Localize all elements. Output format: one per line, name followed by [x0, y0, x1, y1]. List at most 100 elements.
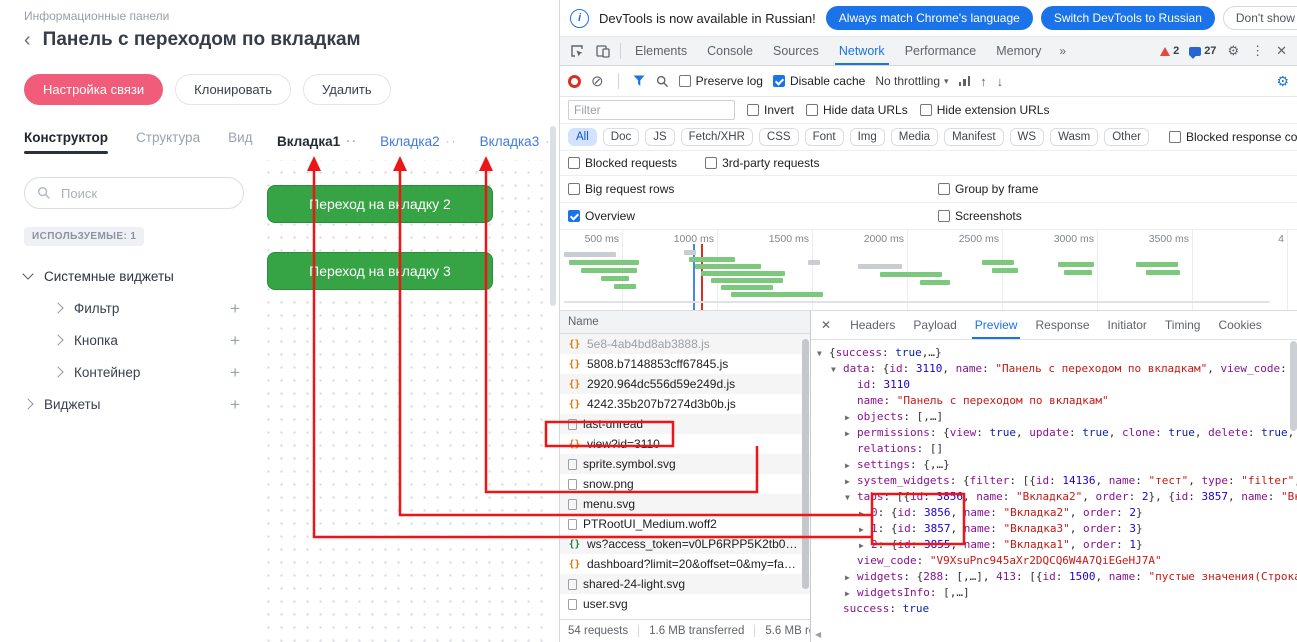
tab-response[interactable]: Response: [1026, 311, 1098, 339]
kebab-menu-icon[interactable]: ⋮: [1245, 43, 1270, 59]
type-filter-font[interactable]: Font: [805, 128, 844, 146]
disclosure-triangle-icon[interactable]: ▶: [845, 570, 857, 585]
tab-initiator[interactable]: Initiator: [1099, 311, 1156, 339]
preview-tree-row-11[interactable]: ▶1: {id: 3857, name: "Вкладка3", order: …: [811, 521, 1297, 537]
issues-warning-icon[interactable]: 2: [1155, 45, 1184, 57]
preview-tree-row-5[interactable]: ▶permissions: {view: true, update: true,…: [811, 425, 1297, 441]
blocked-response-cookies-checkbox[interactable]: Blocked response cookies: [1169, 130, 1297, 144]
add-widget-button[interactable]: +: [226, 396, 244, 413]
disclosure-triangle-icon[interactable]: ▶: [845, 426, 857, 441]
type-filter-media[interactable]: Media: [891, 128, 938, 146]
canvas-tab-0[interactable]: Вкладка1··: [277, 134, 358, 149]
tree-item-2[interactable]: Контейнер+: [24, 356, 244, 388]
tab-preview[interactable]: Preview: [966, 311, 1027, 339]
preserve-log-checkbox[interactable]: Preserve log: [679, 74, 763, 88]
request-row-dashboard-limit-20[interactable]: {}dashboard?limit=20&offset=0&my=fa…: [560, 554, 810, 574]
request-row-last-unread[interactable]: last-unread: [560, 414, 810, 434]
preview-tree-row-2[interactable]: id: 3110: [811, 377, 1297, 393]
action-button-2[interactable]: Удалить: [303, 74, 391, 105]
record-network-log-icon[interactable]: [568, 75, 581, 88]
disclosure-triangle-icon[interactable]: ▼: [831, 362, 843, 377]
type-filter-ws[interactable]: WS: [1010, 128, 1045, 146]
preview-tree-row-4[interactable]: ▶objects: [,…]: [811, 409, 1297, 425]
filter-input[interactable]: [568, 100, 735, 120]
app-scrollbar[interactable]: [550, 126, 556, 306]
type-filter-manifest[interactable]: Manifest: [944, 128, 1003, 146]
request-row-ws-access-token-v0[interactable]: {}ws?access_token=v0LP6RPP5K2tb0pU…: [560, 534, 810, 554]
network-settings-gear-icon[interactable]: ⚙: [1276, 73, 1289, 90]
preview-tree-row-7[interactable]: ▶settings: {,…}: [811, 457, 1297, 473]
column-header-name[interactable]: Name: [560, 311, 810, 334]
preview-tree-row-3[interactable]: name: "Панель с переходом по вкладкам": [811, 393, 1297, 409]
tab-payload[interactable]: Payload: [904, 311, 965, 339]
tab-sources[interactable]: Sources: [763, 37, 829, 65]
canvas-widget-button-1[interactable]: Переход на вкладку 3: [267, 252, 493, 290]
search-network-icon[interactable]: [656, 75, 669, 88]
clear-network-log-icon[interactable]: ⊘: [591, 74, 604, 89]
invert-checkbox[interactable]: Invert: [747, 103, 794, 117]
disclosure-triangle-icon[interactable]: ▶: [859, 522, 871, 537]
throttling-select[interactable]: No throttling ▾: [875, 74, 948, 88]
import-har-icon[interactable]: ↑: [980, 74, 987, 89]
request-row-2920-964dc556d59e2[interactable]: {}2920.964dc556d59e249d.js: [560, 374, 810, 394]
preview-tree-row-8[interactable]: ▶system_widgets: {filter: [{id: 14136, n…: [811, 473, 1297, 489]
network-conditions-icon[interactable]: [959, 76, 971, 86]
tab-network[interactable]: Network: [829, 37, 895, 65]
preview-tree-row-15[interactable]: ▶widgetsInfo: [,…]: [811, 585, 1297, 601]
tab-timing[interactable]: Timing: [1156, 311, 1210, 339]
group-by-frame-checkbox[interactable]: Group by frame: [938, 182, 1038, 196]
tab-menu-dots-icon[interactable]: ··: [346, 134, 358, 148]
preview-tree-row-6[interactable]: relations: []: [811, 441, 1297, 457]
app-tab-1[interactable]: Структура: [136, 130, 200, 154]
preview-tree-row-1[interactable]: ▼data: {id: 3110, name: "Панель с перехо…: [811, 361, 1297, 377]
notification-button-1[interactable]: Switch DevTools to Russian: [1041, 6, 1215, 30]
notification-button-2[interactable]: Don't show again: [1223, 6, 1297, 30]
requests-scrollbar[interactable]: [802, 339, 809, 589]
app-tab-0[interactable]: Конструктор: [24, 130, 108, 154]
disclosure-triangle-icon[interactable]: ▶: [845, 474, 857, 489]
tree-item-widgets[interactable]: Виджеты+: [24, 388, 244, 420]
tree-group-system-widgets[interactable]: Системные виджеты: [24, 260, 244, 292]
big-request-rows-checkbox[interactable]: Big request rows: [568, 182, 674, 196]
tab-elements[interactable]: Elements: [625, 37, 697, 65]
disclosure-triangle-icon[interactable]: ▶: [845, 410, 857, 425]
type-filter-other[interactable]: Other: [1104, 128, 1149, 146]
request-row-snow-png[interactable]: snow.png: [560, 474, 810, 494]
blocked-requests-checkbox[interactable]: Blocked requests: [568, 156, 677, 170]
preview-tree-row-10[interactable]: ▶0: {id: 3856, name: "Вкладка2", order: …: [811, 505, 1297, 521]
tab-headers[interactable]: Headers: [841, 311, 904, 339]
type-filter-css[interactable]: CSS: [759, 128, 799, 146]
tab-memory[interactable]: Memory: [986, 37, 1051, 65]
type-filter-doc[interactable]: Doc: [603, 128, 639, 146]
tab-console[interactable]: Console: [697, 37, 763, 65]
tab-cookies[interactable]: Cookies: [1209, 311, 1270, 339]
filter-funnel-icon[interactable]: [633, 75, 646, 87]
disclosure-triangle-icon[interactable]: ▶: [859, 538, 871, 553]
add-widget-button[interactable]: +: [226, 332, 244, 349]
add-widget-button[interactable]: +: [226, 300, 244, 317]
preview-tree-row-16[interactable]: success: true: [811, 601, 1297, 617]
search-input[interactable]: [59, 185, 231, 202]
tree-item-1[interactable]: Кнопка+: [24, 324, 244, 356]
request-row-ptrootui-medium-wo[interactable]: PTRootUI_Medium.woff2: [560, 514, 810, 534]
type-filter-wasm[interactable]: Wasm: [1050, 128, 1098, 146]
third-party-requests-checkbox[interactable]: 3rd-party requests: [705, 156, 819, 170]
request-row-4242-35b207b7274d3[interactable]: {}4242.35b207b7274d3b0b.js: [560, 394, 810, 414]
preview-tree-row-9[interactable]: ▼tabs: [{id: 3856, name: "Вкладка2", ord…: [811, 489, 1297, 505]
notification-button-0[interactable]: Always match Chrome's language: [826, 6, 1033, 30]
preview-tree-row-12[interactable]: ▶2: {id: 3855, name: "Вкладка1", order: …: [811, 537, 1297, 553]
network-overview-timeline[interactable]: 500 ms1000 ms1500 ms2000 ms2500 ms3000 m…: [560, 230, 1297, 311]
disclosure-triangle-icon[interactable]: ▼: [817, 346, 829, 361]
action-button-1[interactable]: Клонировать: [175, 74, 291, 105]
console-messages-icon[interactable]: 27: [1184, 45, 1221, 57]
tab-menu-dots-icon[interactable]: ··: [446, 134, 458, 148]
preview-tree-row-14[interactable]: ▶widgets: {288: [,…], 413: [{id: 1500, n…: [811, 569, 1297, 585]
type-filter-js[interactable]: JS: [645, 128, 674, 146]
devtools-close-icon[interactable]: ✕: [1270, 43, 1293, 59]
export-har-icon[interactable]: ↓: [997, 74, 1004, 89]
tree-item-0[interactable]: Фильтр+: [24, 292, 244, 324]
preview-tree-row-13[interactable]: view_code: "V9XsuPnc945aXr2DQCQ6W4A7QiEG…: [811, 553, 1297, 569]
more-tabs-icon[interactable]: »: [1051, 44, 1074, 58]
canvas-tab-2[interactable]: Вкладка3··: [480, 134, 558, 149]
disclosure-triangle-icon[interactable]: ▶: [845, 586, 857, 601]
